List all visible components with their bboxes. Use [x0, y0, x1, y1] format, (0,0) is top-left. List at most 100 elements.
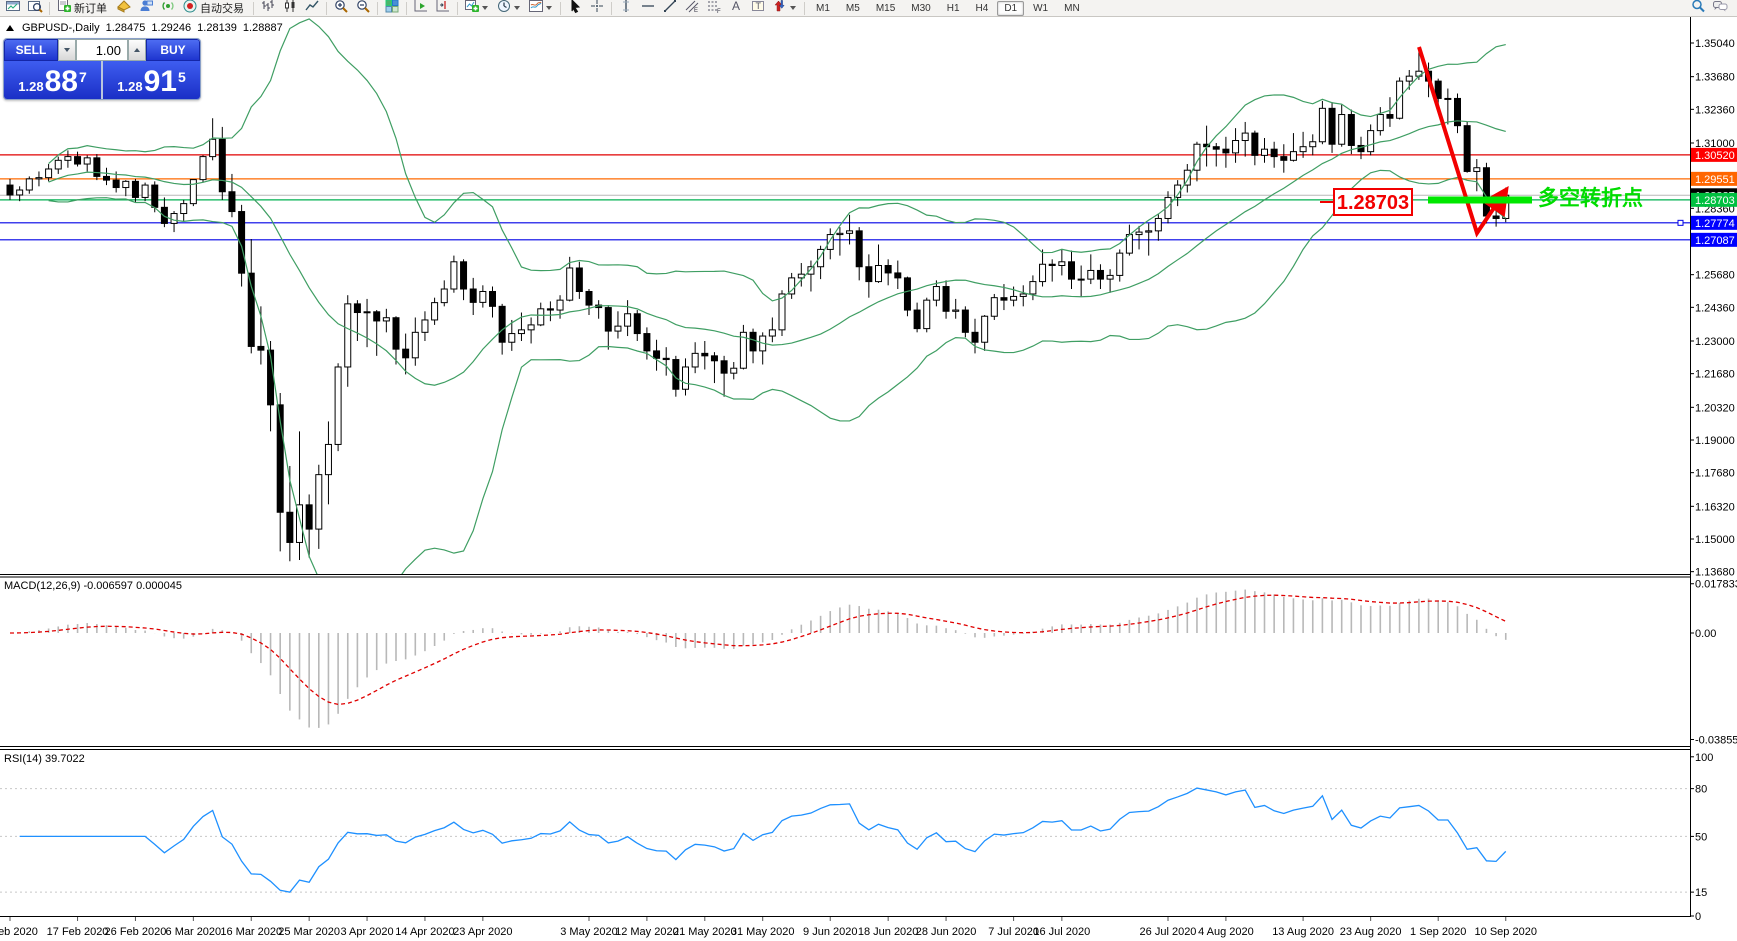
signals-button[interactable]	[158, 0, 178, 17]
svg-text:A: A	[732, 0, 740, 13]
volume-increase-button[interactable]	[128, 39, 146, 61]
price-tick-label: 1.33680	[1695, 72, 1735, 84]
rsi-tick-label: 100	[1695, 752, 1713, 764]
sell-price-big: 88	[45, 67, 78, 97]
date-tick-label: 23 Aug 2020	[1340, 926, 1402, 938]
vertical-line-icon	[618, 0, 634, 19]
trendline-icon	[662, 0, 678, 19]
line-anchor-handle[interactable]	[1678, 220, 1683, 225]
buy-price-small: 1.28	[117, 79, 142, 94]
zoom-in-button[interactable]	[331, 0, 351, 17]
horizontal-line-icon	[640, 0, 656, 19]
svg-text:1.27774: 1.27774	[1695, 218, 1735, 230]
price-tick-label: 1.21680	[1695, 369, 1735, 381]
trendline-button[interactable]	[660, 0, 680, 17]
ohlc-close: 1.28887	[243, 22, 283, 34]
toolbar-right-group	[1687, 0, 1731, 17]
fibonacci-button[interactable]: F	[704, 0, 724, 17]
metaeditor-icon	[116, 0, 132, 19]
date-tick-label: 4 Aug 2020	[1198, 926, 1254, 938]
timeframe-mn[interactable]: MN	[1057, 1, 1087, 16]
toolbar: 新订单 自动交易 E F AT M1M5M15M30H1H4D1W1MN	[0, 0, 1737, 17]
autotrading-label: 自动交易	[200, 0, 244, 16]
mql5-community-button[interactable]	[136, 0, 156, 17]
timeframe-d1[interactable]: D1	[997, 1, 1024, 16]
svg-text:1.27087: 1.27087	[1695, 235, 1735, 247]
svg-text:F: F	[717, 9, 721, 14]
timeframe-m15[interactable]: M15	[869, 1, 902, 16]
date-tick-label: 3 May 2020	[560, 926, 617, 938]
chevron-down-icon[interactable]	[514, 6, 520, 10]
sell-button[interactable]: SELL	[4, 39, 58, 61]
collapse-panel-icon[interactable]	[6, 25, 14, 31]
ohlc-low: 1.28139	[197, 22, 237, 34]
horizontal-line-button[interactable]	[638, 0, 658, 17]
volume-input[interactable]	[76, 39, 128, 61]
sell-price[interactable]: 1.28 88 7	[4, 61, 101, 99]
date-tick-label: 28 Jun 2020	[916, 926, 977, 938]
search-button[interactable]	[1688, 0, 1708, 17]
macd-tick-label: -0.038559	[1695, 734, 1737, 746]
date-tick-label: 6 Mar 2020	[166, 926, 222, 938]
date-tick-label: 7 Jul 2020	[988, 926, 1039, 938]
timeframe-h4[interactable]: H4	[969, 1, 996, 16]
equidistant-channel-button[interactable]: E	[682, 0, 702, 17]
chat-icon	[1712, 0, 1728, 19]
chart-canvas[interactable]: 1.350401.336801.323601.310001.283601.256…	[0, 0, 1737, 941]
timeframe-m1[interactable]: M1	[809, 1, 837, 16]
autotrading-button[interactable]: 自动交易	[180, 0, 249, 17]
volume-decrease-button[interactable]	[58, 39, 76, 61]
chart-window-button[interactable]	[3, 0, 23, 17]
macd-layer	[10, 590, 1506, 728]
periods-button[interactable]	[494, 0, 524, 17]
add-indicator-button[interactable]	[462, 0, 492, 17]
tile-windows-button[interactable]	[382, 0, 402, 17]
chevron-down-icon	[64, 48, 70, 52]
timeframe-w1[interactable]: W1	[1026, 1, 1055, 16]
chart-window-icon	[5, 0, 21, 19]
text-button[interactable]: A	[726, 0, 746, 17]
rsi-line	[20, 788, 1506, 892]
vertical-line-button[interactable]	[616, 0, 636, 17]
timeframe-h1[interactable]: H1	[940, 1, 967, 16]
chevron-down-icon[interactable]	[546, 6, 552, 10]
chart-shift-button[interactable]	[433, 0, 453, 17]
price-tick-label: 1.16320	[1695, 501, 1735, 513]
chevron-up-icon	[134, 48, 140, 52]
rsi-label: RSI(14) 39.7022	[4, 753, 85, 765]
turning-point-text[interactable]: 多空转折点	[1538, 186, 1643, 210]
sell-price-sup: 7	[79, 69, 87, 85]
candlestick-chart-button[interactable]	[280, 0, 300, 17]
timeframe-m5[interactable]: M5	[839, 1, 867, 16]
crosshair-button[interactable]	[587, 0, 607, 17]
text-label-button[interactable]: T	[748, 0, 768, 17]
buy-price[interactable]: 1.28 91 5	[103, 61, 200, 99]
auto-scroll-button[interactable]	[411, 0, 431, 17]
template-button[interactable]	[526, 0, 556, 17]
arrows-button[interactable]	[770, 0, 800, 17]
bar-chart-button[interactable]	[258, 0, 278, 17]
zoom-out-button[interactable]	[353, 0, 373, 17]
price-tick-label: 1.25680	[1695, 270, 1735, 282]
cursor-button[interactable]	[565, 0, 585, 17]
support-highlight-bar[interactable]	[1428, 197, 1532, 204]
profile-window-icon	[27, 0, 43, 19]
rsi-tick-label: 80	[1695, 784, 1707, 796]
date-tick-label: 9 Jun 2020	[803, 926, 857, 938]
profile-window-button[interactable]	[25, 0, 45, 17]
line-chart-button[interactable]	[302, 0, 322, 17]
date-axis[interactable]: 7 Feb 202017 Feb 202026 Feb 20206 Mar 20…	[0, 917, 1537, 938]
sell-price-small: 1.28	[18, 79, 43, 94]
candles-layer	[7, 49, 1509, 561]
chat-button[interactable]	[1710, 0, 1730, 17]
price-tick-label: 1.15000	[1695, 534, 1735, 546]
chevron-down-icon[interactable]	[790, 6, 796, 10]
chevron-down-icon[interactable]	[482, 6, 488, 10]
metaeditor-button[interactable]	[114, 0, 134, 17]
auto-scroll-icon	[413, 0, 429, 19]
new-order-button[interactable]: 新订单	[54, 0, 112, 17]
buy-button[interactable]: BUY	[146, 39, 200, 61]
date-tick-label: 26 Jul 2020	[1140, 926, 1197, 938]
timeframe-m30[interactable]: M30	[904, 1, 937, 16]
signals-icon	[160, 0, 176, 19]
